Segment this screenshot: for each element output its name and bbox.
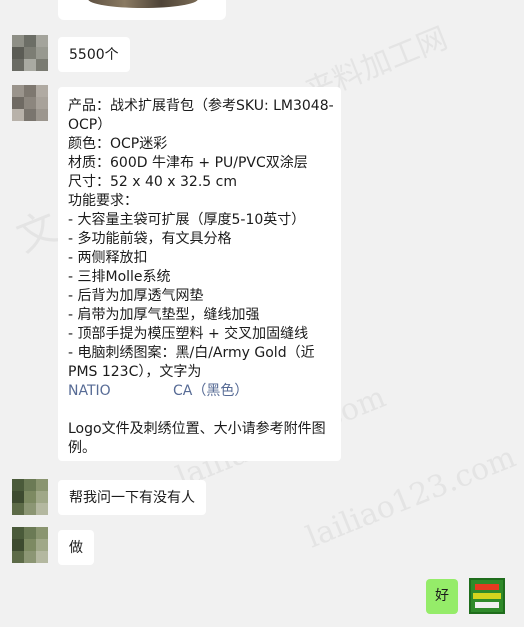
message-bubble[interactable]: 帮我问一下有没有人: [58, 480, 206, 515]
message-bubble[interactable]: 做: [58, 530, 94, 565]
message-text: 做: [69, 540, 83, 556]
message-line: PMS 123C），文字为: [68, 364, 202, 380]
message-line: - 多功能前袋，有文具分格: [68, 231, 232, 247]
self-avatar[interactable]: [469, 578, 505, 614]
image-message[interactable]: [58, 0, 226, 20]
message-line-link[interactable]: NATIO CA（黑色）: [68, 382, 331, 401]
message-line-blank: [68, 401, 331, 420]
message-line: 例。: [68, 440, 96, 456]
contact-avatar[interactable]: [12, 35, 48, 71]
message-text: 5500个: [69, 47, 119, 63]
contact-avatar[interactable]: [12, 85, 48, 121]
image-thumbnail: [88, 0, 198, 8]
message-bubble[interactable]: 产品：战术扩展背包（参考SKU: LM3048- OCP） 颜色：OCP迷彩 材…: [58, 87, 341, 461]
message-line: 功能要求：: [68, 193, 138, 209]
message-line: - 电脑刺绣图案：黑/白/Army Gold（近: [68, 345, 315, 361]
message-line: 尺寸：52 x 40 x 32.5 cm: [68, 174, 237, 190]
message-line: - 顶部手提为模压塑料 + 交叉加固缝线: [68, 326, 309, 342]
my-message-bubble[interactable]: 好: [426, 579, 458, 614]
message-line: - 肩带为加厚气垫型，缝线加强: [68, 307, 260, 323]
message-line: OCP）: [68, 117, 112, 133]
message-line: Logo文件及刺绣位置、大小请参考附件图: [68, 421, 326, 437]
watermark: 文: [10, 203, 65, 262]
contact-avatar[interactable]: [12, 479, 48, 515]
message-line: - 大容量主袋可扩展（厚度5-10英寸）: [68, 212, 306, 228]
message-bubble[interactable]: 5500个: [58, 37, 130, 72]
message-text: 帮我问一下有没有人: [69, 490, 195, 506]
message-text: 好: [435, 588, 449, 604]
message-line: - 后背为加厚透气网垫: [68, 288, 204, 304]
avatar-logo-band: [475, 602, 499, 608]
message-line: 颜色：OCP迷彩: [68, 136, 168, 152]
message-body: 产品：战术扩展背包（参考SKU: LM3048- OCP） 颜色：OCP迷彩 材…: [68, 97, 334, 458]
avatar-logo-band: [473, 593, 501, 599]
contact-avatar[interactable]: [12, 527, 48, 563]
message-line: - 三排Molle系统: [68, 269, 171, 285]
message-line: - 两侧释放扣: [68, 250, 148, 266]
message-line: 材质：600D 牛津布 + PU/PVC双涂层: [68, 155, 308, 171]
avatar-logo-band: [475, 584, 499, 590]
message-line: 产品：战术扩展背包（参考SKU: LM3048-: [68, 98, 334, 114]
